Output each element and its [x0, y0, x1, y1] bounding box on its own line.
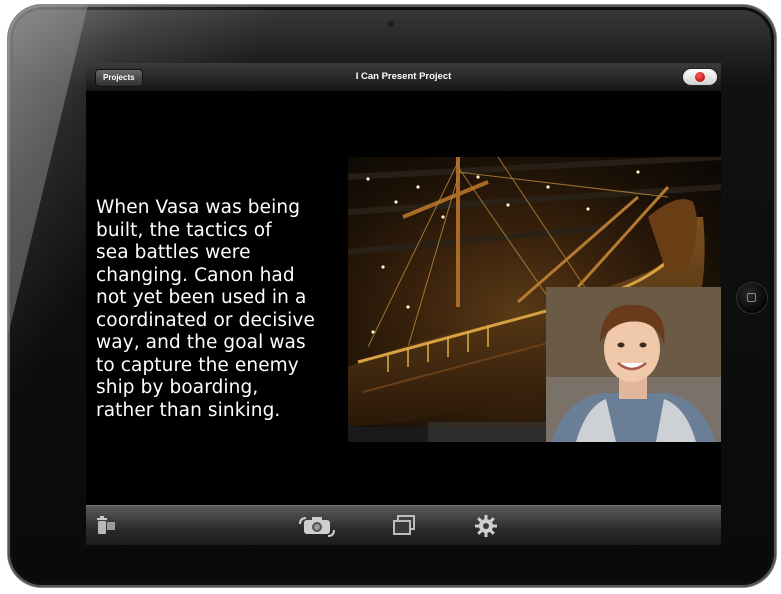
slide-text-line: When Vasa was being — [96, 197, 301, 218]
record-button[interactable] — [683, 69, 717, 85]
slide-text-line: built, the tactics of — [96, 219, 272, 241]
record-icon — [695, 72, 705, 82]
slide-photo[interactable] — [348, 157, 721, 442]
home-square-icon — [747, 293, 756, 302]
camera-switch-icon[interactable] — [297, 514, 337, 543]
slide-text-line: way, and the goal was — [96, 332, 306, 353]
presenter-video[interactable] — [546, 287, 721, 442]
slide-text-line: not yet been used in a — [96, 287, 307, 308]
front-camera — [388, 21, 394, 27]
slide-text-line: changing. Canon had — [96, 264, 295, 286]
slide-text-line: to capture the enemy — [96, 354, 299, 376]
bottom-toolbar — [86, 505, 721, 545]
slide-text-line: coordinated or decisive — [96, 309, 315, 331]
home-button[interactable] — [737, 283, 767, 313]
slide-text-line: rather than sinking. — [96, 399, 281, 421]
app-screen: I Can Present Project Projects When Vasa… — [86, 63, 721, 545]
bezel-reflection — [8, 5, 88, 335]
presenter-avatar — [546, 287, 721, 442]
page-title: I Can Present Project — [355, 71, 452, 82]
trash-icon[interactable] — [94, 514, 116, 541]
top-bar: I Can Present Project Projects — [86, 63, 721, 92]
slides-icon[interactable] — [391, 514, 417, 543]
gear-icon[interactable] — [474, 514, 498, 543]
slide-text-line: ship by boarding, — [96, 377, 259, 398]
slide-text-line: sea battles were — [96, 242, 251, 263]
projects-button[interactable]: Projects — [95, 69, 143, 87]
slide-text: When Vasa was being built, the tactics o… — [96, 197, 358, 422]
